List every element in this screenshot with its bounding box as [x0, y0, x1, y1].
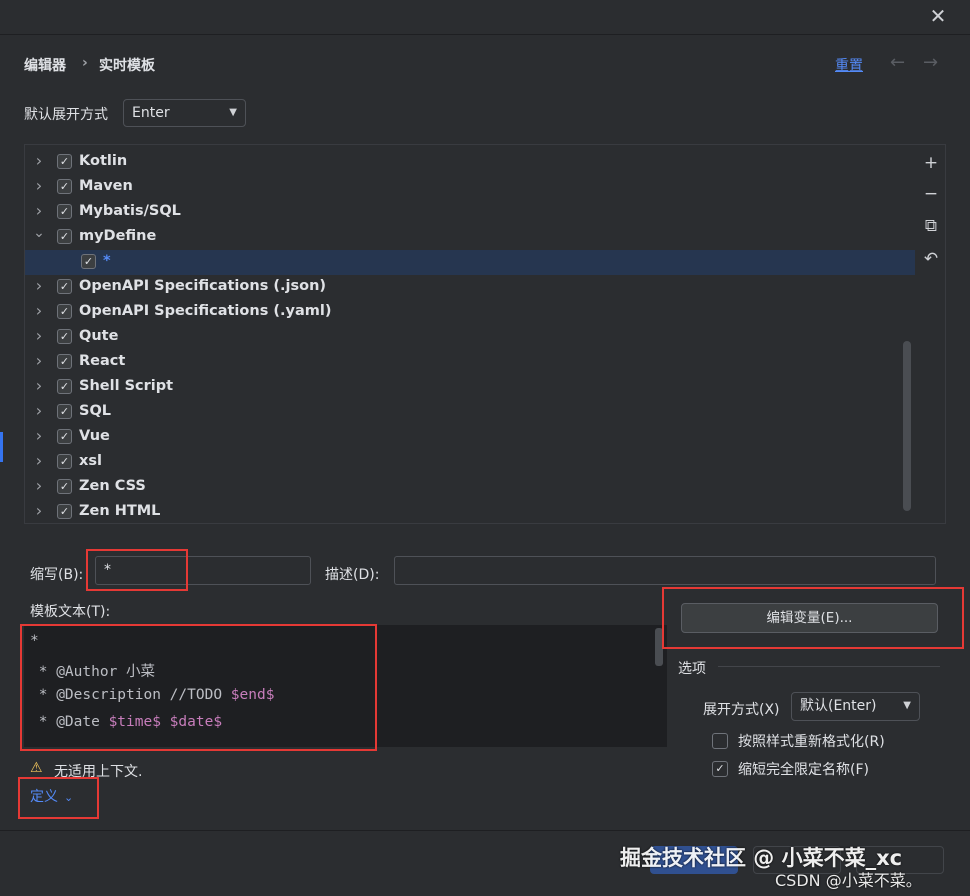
- chevron-right-icon[interactable]: ›: [33, 276, 45, 295]
- tree-item-label: Zen CSS: [79, 478, 146, 494]
- tree-group-item[interactable]: › ✓ Kotlin: [25, 150, 915, 175]
- tree-group-item[interactable]: › ✓ OpenAPI Specifications (.json): [25, 275, 915, 300]
- tree-group-item[interactable]: › ✓ Zen CSS: [25, 475, 915, 500]
- tree-child-item[interactable]: ✓ *: [25, 250, 915, 275]
- tree-item-label: Qute: [79, 328, 119, 344]
- default-expand-value: Enter: [132, 105, 170, 121]
- close-icon[interactable]: ✕: [928, 6, 948, 26]
- chevron-right-icon[interactable]: ›: [33, 476, 45, 495]
- chevron-right-icon[interactable]: ›: [33, 401, 45, 420]
- tree-group-item[interactable]: › ✓ Zen HTML: [25, 500, 915, 523]
- tree-group-item[interactable]: › ✓ OpenAPI Specifications (.yaml): [25, 300, 915, 325]
- tree-group-item[interactable]: › ✓ Shell Script: [25, 375, 915, 400]
- tree-group-item[interactable]: › ✓ Vue: [25, 425, 915, 450]
- options-divider: [718, 666, 940, 667]
- tree-item-label: SQL: [79, 403, 112, 419]
- dialog-title-bar: [0, 0, 970, 35]
- chevron-right-icon[interactable]: ›: [33, 376, 45, 395]
- tree-item-label: *: [103, 253, 111, 269]
- expand-with-label: 展开方式(X): [703, 702, 780, 718]
- tree-item-label: OpenAPI Specifications (.yaml): [79, 303, 332, 319]
- chevron-down-icon[interactable]: ⌄: [33, 225, 45, 241]
- tree-item-label: xsl: [79, 453, 102, 469]
- tree-item-label: Shell Script: [79, 378, 174, 394]
- breadcrumb-parent[interactable]: 编辑器: [24, 55, 66, 75]
- chevron-right-icon[interactable]: ›: [33, 176, 45, 195]
- chevron-right-icon[interactable]: ›: [33, 301, 45, 320]
- tree-group-item[interactable]: › ✓ Maven: [25, 175, 915, 200]
- checkbox-icon[interactable]: ✓: [57, 504, 72, 519]
- expand-with-select[interactable]: 默认(Enter) ▼: [791, 692, 920, 721]
- checkbox-icon[interactable]: ✓: [57, 229, 72, 244]
- checkbox-icon[interactable]: ✓: [57, 404, 72, 419]
- chevron-right-icon[interactable]: ›: [33, 451, 45, 470]
- template-text-label: 模板文本(T):: [30, 604, 111, 620]
- checkbox-icon[interactable]: ✓: [57, 429, 72, 444]
- back-arrow-icon[interactable]: ←: [890, 52, 905, 73]
- warning-icon: ⚠: [30, 760, 43, 776]
- chevron-right-icon[interactable]: ›: [33, 426, 45, 445]
- chevron-right-icon[interactable]: ›: [33, 151, 45, 170]
- description-input[interactable]: [394, 556, 936, 585]
- tree-group-item[interactable]: › ✓ React: [25, 350, 915, 375]
- tree-item-label: Vue: [79, 428, 110, 444]
- tree-group-item[interactable]: › ✓ Qute: [25, 325, 915, 350]
- highlight-box-abbreviation: [86, 549, 188, 591]
- checkbox-icon[interactable]: ✓: [57, 379, 72, 394]
- abbreviation-label: 缩写(B):: [30, 567, 84, 583]
- checkbox-icon[interactable]: ✓: [57, 479, 72, 494]
- tree-scrollbar[interactable]: [903, 341, 911, 511]
- reset-link[interactable]: 重置: [835, 55, 863, 75]
- tree-group-item[interactable]: › ✓ SQL: [25, 400, 915, 425]
- minus-icon[interactable]: −: [920, 183, 942, 205]
- copy-icon[interactable]: ⧉: [920, 215, 942, 237]
- chevron-right-icon[interactable]: ›: [33, 501, 45, 520]
- reformat-checkbox[interactable]: 按照样式重新格式化(R): [712, 731, 912, 751]
- checkbox-icon[interactable]: ✓: [712, 761, 728, 777]
- checkbox-icon[interactable]: ✓: [81, 254, 96, 269]
- chevron-right-icon[interactable]: ›: [33, 201, 45, 220]
- shorten-fqn-checkbox[interactable]: ✓ 缩短完全限定名称(F): [712, 759, 912, 779]
- chevron-right-icon[interactable]: ›: [33, 326, 45, 345]
- expand-with-value: 默认(Enter): [800, 698, 877, 714]
- checkbox-icon[interactable]: ✓: [57, 354, 72, 369]
- undo-icon[interactable]: ↶: [920, 248, 942, 270]
- tree-group-item[interactable]: › ✓ Mybatis/SQL: [25, 200, 915, 225]
- default-expand-label: 默认展开方式: [24, 107, 108, 123]
- tree-item-label: OpenAPI Specifications (.json): [79, 278, 327, 294]
- tree-item-label: Zen HTML: [79, 503, 161, 519]
- tree-item-label: myDefine: [79, 228, 157, 244]
- checkbox-icon[interactable]: ✓: [57, 279, 72, 294]
- highlight-box-template-text: [20, 624, 377, 751]
- options-title: 选项: [678, 661, 706, 677]
- tree-group-item[interactable]: ⌄ ✓ myDefine: [25, 225, 915, 250]
- dropdown-arrow-icon: ▼: [903, 700, 911, 711]
- forward-arrow-icon[interactable]: →: [923, 52, 938, 73]
- checkbox-icon[interactable]: ✓: [57, 454, 72, 469]
- description-label: 描述(D):: [325, 567, 380, 583]
- sidebar-selection-marker: [0, 432, 3, 462]
- checkbox-icon[interactable]: ✓: [57, 179, 72, 194]
- checkbox-icon[interactable]: ✓: [57, 204, 72, 219]
- tree-group-item[interactable]: › ✓ xsl: [25, 450, 915, 475]
- checkbox-icon[interactable]: ✓: [57, 329, 72, 344]
- dropdown-arrow-icon: ▼: [229, 107, 237, 118]
- default-expand-select[interactable]: Enter ▼: [123, 99, 246, 127]
- tree-item-label: Mybatis/SQL: [79, 203, 181, 219]
- tree-item-label: React: [79, 353, 126, 369]
- highlight-box-edit-variables: [662, 587, 964, 649]
- tree-item-label: Maven: [79, 178, 133, 194]
- highlight-box-define: [18, 777, 99, 819]
- chevron-right-icon[interactable]: ›: [33, 351, 45, 370]
- template-group-tree[interactable]: › ✓ Kotlin › ✓ Maven › ✓ Mybatis/SQL ⌄ ✓ myDefine ✓ *…: [24, 144, 946, 524]
- breadcrumb-separator: ›: [82, 55, 88, 71]
- checkbox-icon[interactable]: ✓: [57, 154, 72, 169]
- watermark-secondary: CSDN @小菜不菜。: [775, 871, 922, 890]
- checkbox-icon[interactable]: [712, 733, 728, 749]
- plus-icon[interactable]: +: [920, 152, 942, 174]
- breadcrumb-current: 实时模板: [99, 58, 155, 74]
- tree-item-label: Kotlin: [79, 153, 128, 169]
- checkbox-icon[interactable]: ✓: [57, 304, 72, 319]
